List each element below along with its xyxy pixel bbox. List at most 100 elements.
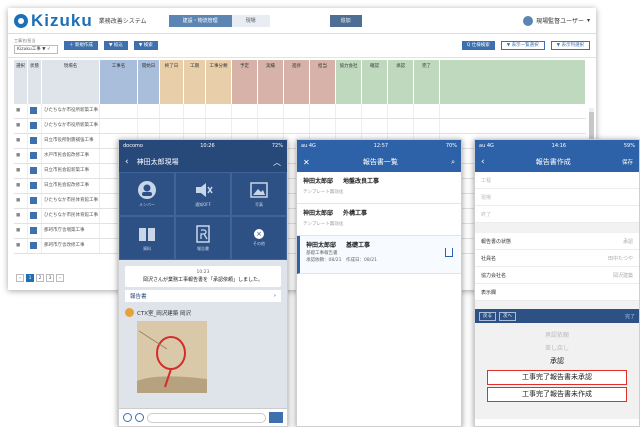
filter-group: 工事名/担当 Kizuku工事 ▼ ✓ (14, 38, 58, 54)
picker-option[interactable]: 承認依頼 (475, 329, 639, 342)
picker-option-selected[interactable]: 承認 (475, 355, 639, 368)
user-menu[interactable]: 現場監督ユーザー ▾ (523, 15, 590, 26)
picker-next-button[interactable]: 次へ (499, 311, 516, 321)
row-status-badge[interactable] (30, 122, 37, 129)
list-item[interactable]: 神田太郎邸 外構工事 テンプレート無効化 (297, 204, 461, 236)
row-status-badge[interactable] (30, 137, 37, 144)
row-status-badge[interactable] (30, 167, 37, 174)
page-button[interactable]: 3 (46, 274, 54, 282)
project-select[interactable]: Kizuku工事 ▼ ✓ (14, 44, 58, 54)
menu-mute[interactable]: 通知OFF (175, 172, 231, 216)
add-button[interactable]: 追加 (329, 14, 362, 27)
table-row[interactable]: ■ ひたちなか市役所新築工事 (14, 119, 586, 134)
back-icon[interactable]: ‹ (481, 157, 485, 167)
grid-header-cell[interactable]: 実績 (258, 60, 284, 104)
page-button[interactable]: › (56, 274, 64, 282)
table-cell (28, 179, 42, 193)
field-value: 承認 (622, 238, 633, 245)
grid-header-cell[interactable]: 承認 (388, 60, 414, 104)
table-cell (184, 104, 206, 118)
back-icon[interactable]: ‹ (125, 157, 129, 167)
picker-option-highlighted[interactable]: 工事完了報告書未承認 (487, 370, 627, 385)
emoji-icon[interactable] (135, 413, 144, 422)
grid-header: 選択 状態 現場名 工事名 開始日 終了日 工期 工事分類 予定 実績 進捗 担当 協力会社 確認 承認 完了 (14, 60, 586, 104)
table-cell: ■ (14, 179, 28, 193)
send-button[interactable] (269, 412, 283, 423)
item-site: 神田太郎邸 (303, 210, 334, 217)
grid-header-cell[interactable]: 選択 (14, 60, 28, 104)
picker-option[interactable]: 差し戻し (475, 342, 639, 355)
grid-header-cell[interactable]: 状態 (28, 60, 42, 104)
menu-report[interactable]: 報告書 (175, 216, 231, 260)
brand[interactable]: Kizuku (14, 11, 93, 31)
row-status-badge[interactable] (30, 182, 37, 189)
faded-row: 現場 (475, 189, 639, 206)
field-employee[interactable]: 社員名 田中たつや (475, 250, 639, 267)
collapse-icon[interactable]: ︿ (273, 157, 281, 168)
field-status[interactable]: 報告書の状態 承認 (475, 233, 639, 250)
menu-photos[interactable]: 写真 (231, 172, 287, 216)
list-select-button[interactable]: ▼ 表示一覧選択 (500, 41, 545, 50)
status-picker[interactable]: 承認依頼 差し戻し 承認 工事完了報告書未承認 工事完了報告書未作成 (475, 323, 639, 419)
row-status-badge[interactable] (30, 227, 37, 234)
list-item-selected[interactable]: 神田太郎邸 基礎工事 基礎工事報告書 承認依頼：08/21 作成日：08/21 (297, 236, 461, 274)
field-label: 社員名 (481, 255, 497, 262)
field-partner[interactable]: 協力会社名 岡沢建築 (475, 267, 639, 284)
grid-header-cell[interactable]: 確認 (362, 60, 388, 104)
table-cell (138, 104, 160, 118)
row-status-badge[interactable] (30, 107, 37, 114)
close-icon[interactable]: × (254, 229, 264, 239)
save-button[interactable]: 保存 (622, 158, 633, 166)
edit-header: ‹ 報告書作成 保存 (475, 152, 639, 172)
column-select-button[interactable]: ▼ 表示列選択 (550, 41, 590, 50)
share-icon[interactable] (445, 248, 453, 257)
table-cell (28, 134, 42, 148)
table-cell (388, 104, 414, 118)
spec-search-button[interactable]: Q 仕様検索 (461, 41, 495, 50)
row-status-badge[interactable] (30, 152, 37, 159)
field-display[interactable]: 表示欄 (475, 284, 639, 301)
grid-header-cell[interactable]: 完了 (414, 60, 440, 104)
notice-message: 岡沢さんが業務工事報告書を「承認依頼」しました。 (142, 277, 263, 283)
page-button[interactable]: ‹ (16, 274, 24, 282)
menu-other[interactable]: × その他 (231, 216, 287, 260)
table-cell: 日立市民会館新築工事 (42, 164, 100, 178)
menu-members[interactable]: メンバー (119, 172, 175, 216)
grid-header-filler (440, 60, 586, 104)
table-cell: ひたちなか市民体育館工事 (42, 209, 100, 223)
page-button[interactable]: 1 (26, 274, 34, 282)
table-row[interactable]: ■ ひたちなか市役所新築工事 (14, 104, 586, 119)
message-input[interactable] (147, 412, 266, 423)
search-button[interactable]: ▼ 検索 (133, 41, 158, 50)
item-sub: テンプレート無効化 (303, 222, 344, 227)
grid-header-cell[interactable]: 協力会社 (336, 60, 362, 104)
new-button[interactable]: ＋ 新規作成 (64, 41, 98, 50)
grid-header-cell[interactable]: 予定 (232, 60, 258, 104)
tab-site[interactable]: 現場 (231, 14, 270, 27)
list-item[interactable]: 神田太郎邸 地盤改良工事 テンプレート無効化 (297, 172, 461, 204)
row-status-badge[interactable] (30, 197, 37, 204)
filter-button[interactable]: ▼ 絞込 (103, 41, 128, 50)
tab-construction[interactable]: 建設・物流管理 (168, 14, 232, 27)
grid-header-cell[interactable]: 工期 (184, 60, 206, 104)
search-icon[interactable]: ⌕ (451, 158, 455, 167)
grid-header-cell[interactable]: 進捗 (284, 60, 310, 104)
picker-prev-button[interactable]: 戻る (479, 311, 496, 321)
close-icon[interactable]: ✕ (303, 158, 310, 167)
grid-header-cell[interactable]: 工事名 (100, 60, 138, 104)
grid-header-cell[interactable]: 工事分類 (206, 60, 232, 104)
report-link[interactable]: 報告書 › (125, 290, 281, 302)
chat-photo[interactable] (137, 321, 207, 393)
chevron-down-icon: ▾ (586, 17, 590, 24)
picker-done-button[interactable]: 完了 (625, 313, 635, 320)
grid-header-cell[interactable]: 開始日 (138, 60, 160, 104)
add-icon[interactable] (123, 413, 132, 422)
page-button[interactable]: 2 (36, 274, 44, 282)
picker-option-highlighted[interactable]: 工事完了報告書未作成 (487, 387, 627, 402)
grid-header-cell[interactable]: 終了日 (160, 60, 184, 104)
grid-header-cell[interactable]: 担当 (310, 60, 336, 104)
row-status-badge[interactable] (30, 242, 37, 249)
row-status-badge[interactable] (30, 212, 37, 219)
grid-header-cell[interactable]: 現場名 (42, 60, 100, 104)
menu-documents[interactable]: 資料 (119, 216, 175, 260)
